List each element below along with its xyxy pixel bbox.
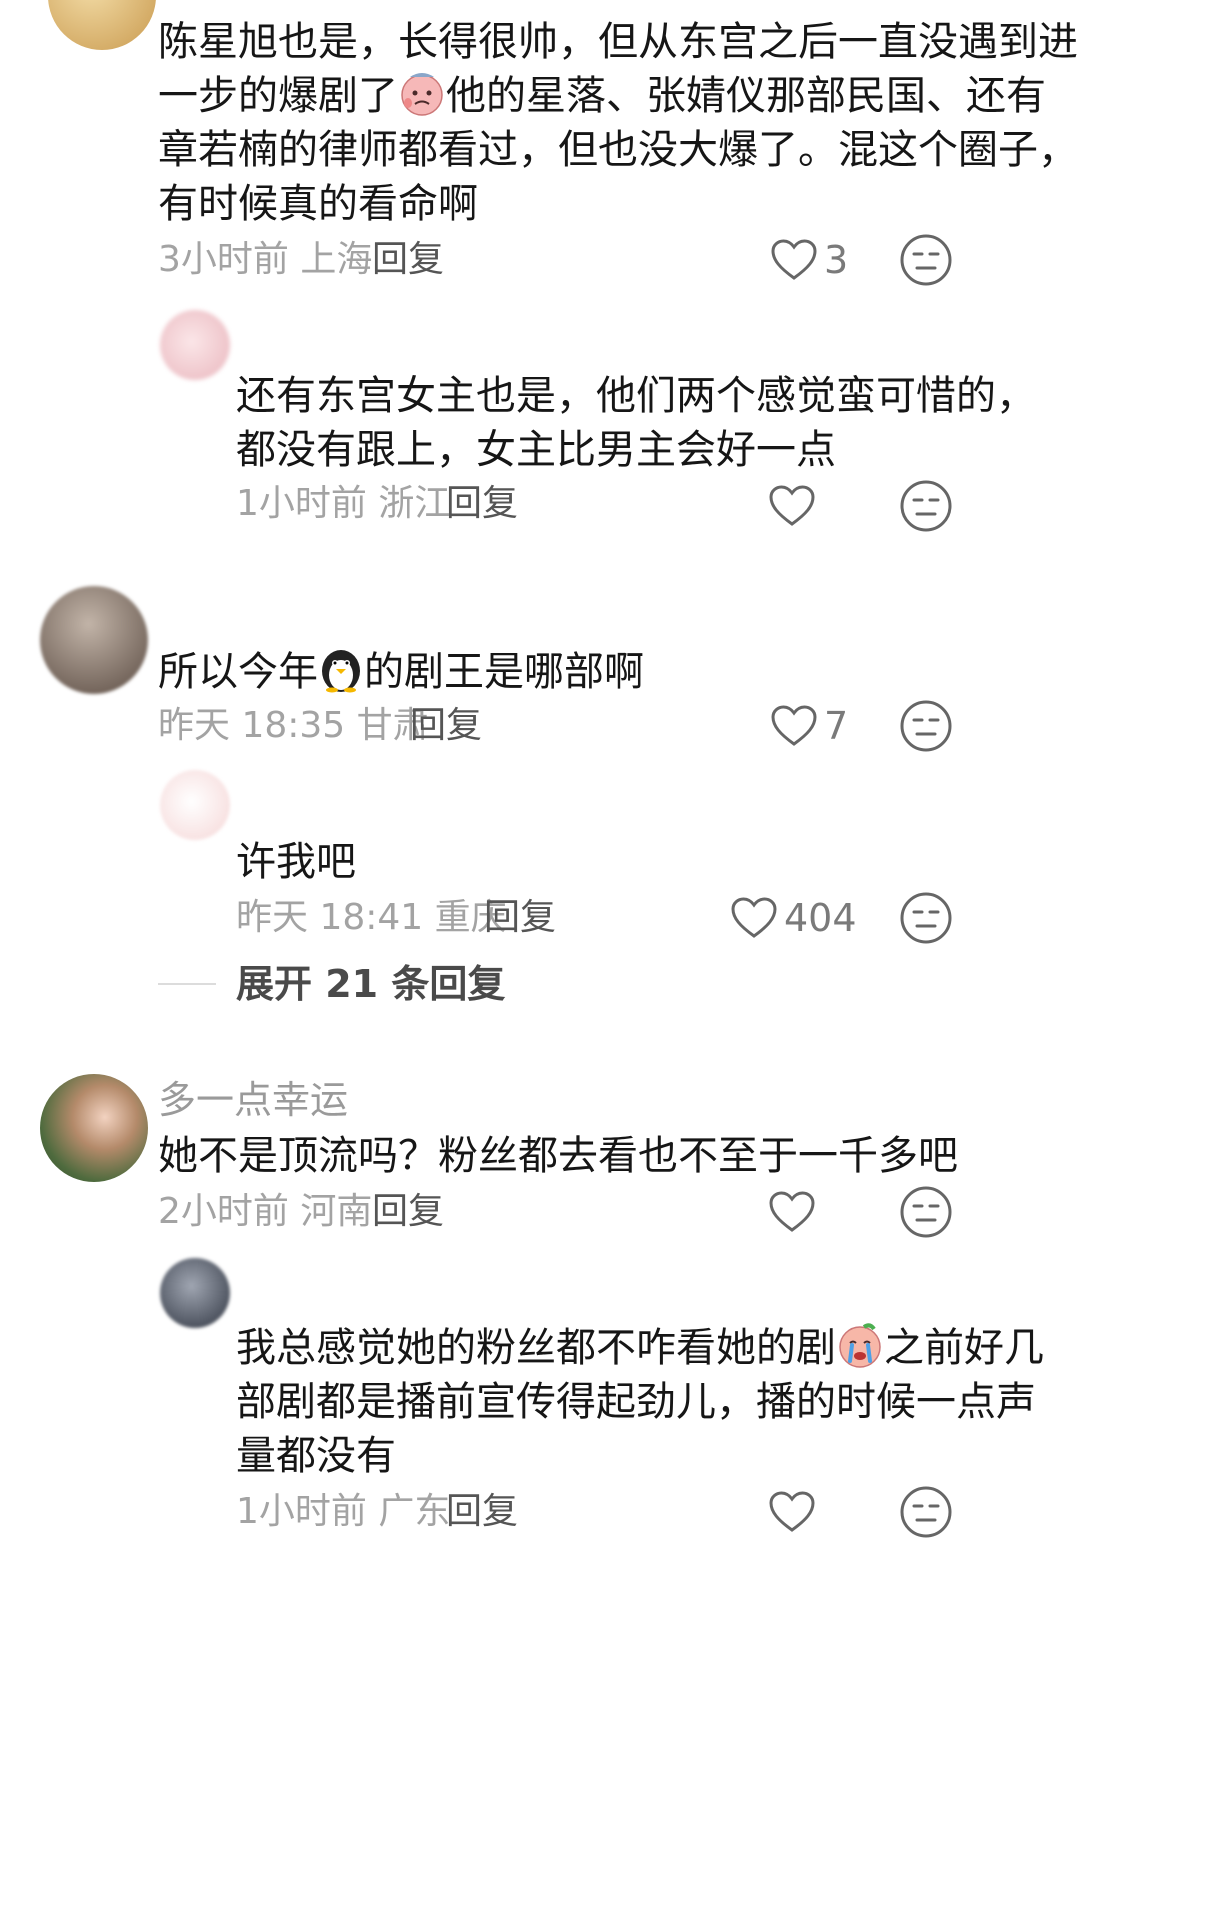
reply-button[interactable]: 回复 [372,1188,444,1236]
avatar[interactable] [48,0,156,50]
comment-time-location: 3小时前 上海 [158,239,373,280]
comment-line: 她不是顶流吗？粉丝都去看也不至于一千多吧 [158,1133,958,1179]
reply-button[interactable]: 回复 [446,1488,518,1536]
neutral-face-icon[interactable] [898,232,954,288]
reply-button[interactable]: 回复 [410,702,482,750]
avatar[interactable] [40,1074,148,1182]
comment-time-location: 1小时前 广东 [236,1491,451,1532]
avatar[interactable] [160,1258,230,1328]
comment-time-location: 1小时前 浙江 [236,483,451,524]
heart-outline-icon [769,1491,815,1532]
like-button[interactable]: 7 [770,698,848,754]
reply-button[interactable]: 回复 [484,894,556,942]
comment-time-location: 昨天 18:41 重庆 [236,897,507,938]
like-button[interactable]: 404 [730,890,857,946]
neutral-face-icon[interactable] [898,890,954,946]
reply-button[interactable]: 回复 [446,480,518,528]
like-count: 7 [824,704,849,748]
reply-button[interactable]: 回复 [372,236,444,284]
like-button[interactable] [768,1484,822,1540]
expand-replies-button[interactable]: 展开 21 条回复 [236,960,505,1008]
neutral-face-icon[interactable] [898,1484,954,1540]
heart-outline-icon [769,1191,815,1232]
neutral-face-icon[interactable] [898,698,954,754]
like-button[interactable]: 3 [770,232,848,288]
avatar[interactable] [160,770,230,840]
like-button[interactable] [768,1184,822,1240]
comment-line: 所以今年 的剧王是哪部啊 [158,640,644,704]
avatar[interactable] [160,310,230,380]
neutral-face-icon[interactable] [898,478,954,534]
like-count: 404 [784,896,857,940]
comment-time-location: 2小时前 河南 [158,1191,373,1232]
expand-divider [158,983,216,985]
username[interactable]: 多一点幸运 [158,1076,348,1124]
heart-outline-icon [731,897,777,938]
comment-line: 有时候真的看命啊 [158,181,478,227]
crying-face-emoji-icon [839,1323,881,1368]
heart-outline-icon [771,705,817,746]
comment-line: 都没有跟上，女主比男主会好一点 [236,427,836,473]
comment-time-location: 昨天 18:35 甘肃 [158,705,429,746]
heart-outline-icon [771,239,817,280]
comment-line: 量都没有 [236,1433,396,1479]
sweat-face-emoji-icon [401,73,443,116]
like-button[interactable] [768,478,822,534]
avatar[interactable] [40,586,148,694]
like-count: 3 [824,238,849,282]
penguin-emoji-icon [322,650,360,693]
neutral-face-icon[interactable] [898,1184,954,1240]
comment-line: 许我吧 [236,839,356,885]
heart-outline-icon [769,485,815,526]
